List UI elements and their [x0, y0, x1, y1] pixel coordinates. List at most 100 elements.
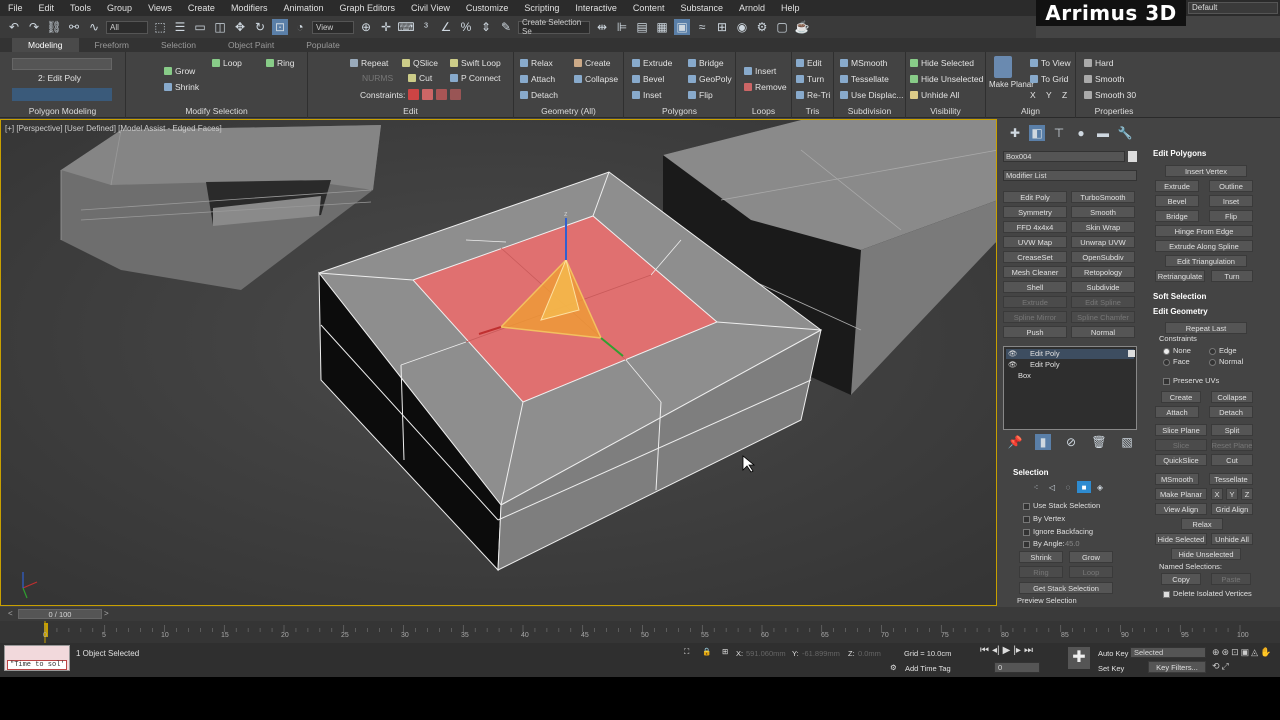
mod-smooth-button[interactable]: Smooth — [1071, 206, 1135, 218]
next-frame-icon[interactable]: > — [104, 609, 112, 619]
toggle-layer-explorer-icon[interactable]: ▦ — [654, 19, 670, 35]
menu-graph-editors[interactable]: Graph Editors — [331, 3, 403, 13]
get-stack-selection-button[interactable]: Get Stack Selection — [1019, 582, 1113, 594]
toggle-scene-explorer-icon[interactable]: ▤ — [634, 19, 650, 35]
swift-loop-button[interactable]: Swift Loop — [450, 58, 501, 68]
edge-icon[interactable]: ◁ — [1045, 481, 1059, 493]
attach-geom-button[interactable]: Attach — [1155, 406, 1199, 418]
group-name[interactable]: Polygon Modeling — [0, 106, 125, 116]
relax-button[interactable]: Relax — [520, 58, 553, 68]
render-setup-icon[interactable]: ⚙ — [754, 19, 770, 35]
bridge-poly-button[interactable]: Bridge — [1155, 210, 1199, 222]
next-key-icon[interactable]: |▸ — [1013, 645, 1021, 659]
selection-lock-icon[interactable]: 🔒 — [702, 647, 711, 656]
show-end-result-icon[interactable]: ▮ — [1035, 434, 1051, 450]
menu-content[interactable]: Content — [625, 3, 673, 13]
detach-button[interactable]: Detach — [520, 90, 558, 100]
object-color-swatch[interactable] — [1128, 151, 1137, 162]
repeat-last-button[interactable]: Repeat Last — [1165, 322, 1247, 334]
y-coord-field[interactable]: -61.899mm — [802, 649, 840, 658]
tab-object-paint[interactable]: Object Paint — [212, 40, 290, 50]
group-name[interactable]: Polygons — [624, 106, 735, 116]
pan-icon[interactable]: ✋ — [1260, 647, 1271, 659]
border-icon[interactable]: ◌ — [1061, 481, 1075, 493]
hide-unselected-button[interactable]: Hide Unselected — [910, 74, 983, 84]
reference-coordinate-dropdown[interactable]: View — [312, 20, 354, 34]
rect-region-icon[interactable]: ▭ — [192, 19, 208, 35]
selection-rollout-title[interactable]: Selection — [1013, 468, 1049, 477]
split-checkbox[interactable]: Split — [1211, 424, 1253, 436]
menu-arnold[interactable]: Arnold — [731, 3, 773, 13]
snaps-toggle-icon[interactable]: ³ — [418, 19, 434, 35]
constraint-face-radio[interactable]: Face — [1163, 357, 1190, 366]
mod-edit-poly-button[interactable]: Edit Poly — [1003, 191, 1067, 203]
cut-geom-button[interactable]: Cut — [1211, 454, 1253, 466]
eye-icon[interactable]: 👁 — [1008, 349, 1018, 358]
delete-isolated-checkbox[interactable]: Delete Isolated Vertices — [1163, 589, 1252, 598]
group-name[interactable]: Loops — [736, 106, 791, 116]
mod-extrude-button[interactable]: Extrude — [1003, 296, 1067, 308]
tab-freeform[interactable]: Freeform — [79, 40, 145, 50]
mod-symmetry-button[interactable]: Symmetry — [1003, 206, 1067, 218]
group-name[interactable]: Edit — [308, 106, 513, 116]
by-angle-field[interactable]: 45.0 — [1065, 539, 1080, 548]
repeat-button[interactable]: Repeat — [350, 58, 388, 68]
rotate-icon[interactable]: ↻ — [252, 19, 268, 35]
stack-toggle-icon[interactable] — [1128, 350, 1135, 357]
spinner-snap-icon[interactable]: ⇕ — [478, 19, 494, 35]
copy-selection-button[interactable]: Copy — [1161, 573, 1201, 585]
create-tab-icon[interactable]: ✚ — [1007, 125, 1023, 141]
prev-frame-icon[interactable]: < — [8, 609, 16, 619]
planar-x-button[interactable]: X — [1211, 488, 1223, 500]
mod-spline-mirror-button[interactable]: Spline Mirror — [1003, 311, 1067, 323]
mod-ffd-button[interactable]: FFD 4x4x4 — [1003, 221, 1067, 233]
make-planar-geom-button[interactable]: Make Planar — [1155, 488, 1207, 500]
align-x-button[interactable]: X — [1030, 90, 1036, 100]
collapse-geom-button[interactable]: Collapse — [1211, 391, 1253, 403]
rendered-frame-icon[interactable]: ▢ — [774, 19, 790, 35]
unhide-all-button[interactable]: Unhide All — [910, 90, 959, 100]
cut-button[interactable]: Cut — [408, 73, 432, 83]
edit-polygons-rollout-title[interactable]: Edit Polygons — [1153, 149, 1206, 158]
maximize-viewport-icon[interactable]: ⤢ — [1222, 661, 1229, 673]
zoom-extents-icon[interactable]: ⊡ — [1231, 647, 1239, 659]
menu-create[interactable]: Create — [180, 3, 223, 13]
polygon-icon[interactable]: ■ — [1077, 481, 1091, 493]
hide-selected-geom-button[interactable]: Hide Selected — [1155, 533, 1207, 545]
set-key-icon[interactable]: ✚ — [1068, 647, 1090, 669]
current-frame-field[interactable]: 0 — [994, 662, 1040, 673]
qslice-button[interactable]: QSlice — [402, 58, 438, 68]
pin-stack-icon[interactable]: 📌 — [1007, 434, 1023, 450]
constraint-normal-radio[interactable]: Normal — [1209, 357, 1243, 366]
remove-modifier-icon[interactable]: 🗑 — [1091, 434, 1107, 450]
keyboard-shortcut-icon[interactable]: ⌨ — [397, 19, 414, 35]
edit-triangulation-button[interactable]: Edit Triangulation — [1165, 255, 1247, 267]
menu-scripting[interactable]: Scripting — [516, 3, 567, 13]
maxscript-input[interactable]: "Time to sol' — [7, 660, 67, 670]
bevel-poly-button[interactable]: Bevel — [1155, 195, 1199, 207]
move-icon[interactable]: ✥ — [232, 19, 248, 35]
motion-tab-icon[interactable]: ● — [1073, 125, 1089, 141]
smooth30-button[interactable]: Smooth 30 — [1084, 90, 1136, 100]
object-name-field[interactable]: Box004 — [1003, 151, 1125, 162]
use-displacement-button[interactable]: Use Displac... — [840, 90, 903, 100]
go-to-start-icon[interactable]: ⏮ — [980, 645, 989, 659]
outline-button[interactable]: Outline — [1209, 180, 1253, 192]
angle-snap-icon[interactable]: ∠ — [438, 19, 454, 35]
selection-filter-dropdown[interactable]: All — [106, 20, 148, 34]
group-name[interactable]: Properties — [1076, 106, 1152, 116]
slice-plane-button[interactable]: Slice Plane — [1155, 424, 1207, 436]
reset-plane-button[interactable]: Reset Plane — [1211, 439, 1253, 451]
menu-help[interactable]: Help — [773, 3, 808, 13]
eye-icon[interactable]: 👁 — [1008, 360, 1018, 369]
fov-icon[interactable]: ◬ — [1251, 647, 1258, 659]
tris-edit-button[interactable]: Edit — [796, 58, 822, 68]
bind-spacewarp-icon[interactable]: ∿ — [86, 19, 102, 35]
named-selection-icon[interactable]: ✎ — [498, 19, 514, 35]
orbit-icon[interactable]: ⟲ — [1212, 661, 1220, 673]
by-vertex-checkbox[interactable]: By Vertex — [1023, 514, 1065, 523]
display-tab-icon[interactable]: ▬ — [1095, 125, 1111, 141]
loop-button[interactable]: Loop — [212, 58, 242, 68]
menu-edit[interactable]: Edit — [31, 3, 63, 13]
extrude-poly-button[interactable]: Extrude — [1155, 180, 1199, 192]
